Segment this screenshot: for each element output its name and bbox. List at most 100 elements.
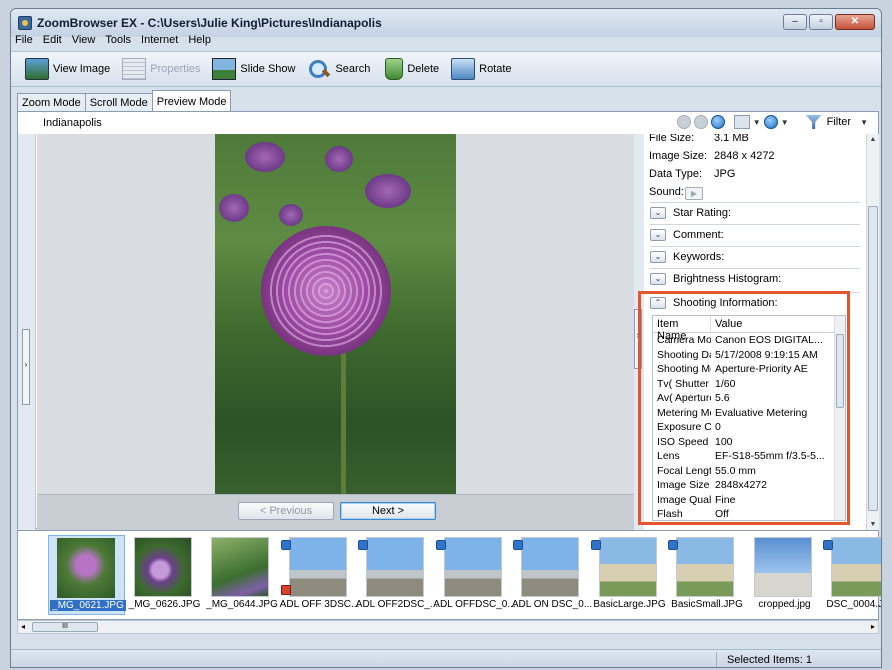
selected-items-status: Selected Items: 1 bbox=[727, 654, 812, 666]
expand-icon[interactable]: ⌄ bbox=[650, 207, 666, 219]
thumbnail-image[interactable] bbox=[133, 537, 192, 597]
value-cell: 100 bbox=[715, 435, 733, 448]
table-row[interactable]: ISO Speed 100 bbox=[653, 436, 835, 451]
section-comment[interactable]: ⌄ Comment: bbox=[650, 224, 860, 245]
thumbnail-item[interactable]: BasicLarge.JPG bbox=[590, 535, 668, 615]
file-size-value: 3.1 MB bbox=[714, 134, 749, 144]
up-folder-icon[interactable] bbox=[710, 115, 725, 129]
properties-button[interactable]: Properties bbox=[122, 58, 200, 80]
minimize-icon: – bbox=[792, 16, 798, 27]
scroll-up-icon[interactable]: ▲ bbox=[867, 136, 879, 143]
table-row[interactable]: Shooting Mode Aperture-Priority AE bbox=[653, 363, 835, 378]
section-keywords[interactable]: ⌄ Keywords: bbox=[650, 246, 860, 267]
info-icon[interactable] bbox=[763, 115, 778, 129]
column-header-value[interactable]: Value bbox=[711, 316, 746, 332]
thumbnail-item[interactable]: ADL OFFDSC_0... bbox=[433, 535, 516, 615]
tab-scroll-mode[interactable]: Scroll Mode bbox=[84, 93, 153, 112]
filter-dropdown-icon[interactable]: ▼ bbox=[860, 118, 868, 127]
table-row[interactable]: Av( Aperture Valu... 5.6 bbox=[653, 392, 835, 407]
expand-icon[interactable]: ⌄ bbox=[650, 273, 666, 285]
expand-icon[interactable]: ⌄ bbox=[650, 229, 666, 241]
previous-button[interactable]: < Previous bbox=[238, 502, 334, 520]
play-sound-button[interactable]: ▶ bbox=[685, 187, 703, 200]
scrollbar-thumb[interactable]: III bbox=[32, 622, 98, 632]
thumbnail-image[interactable] bbox=[288, 537, 347, 597]
scrollbar-thumb[interactable] bbox=[868, 206, 878, 511]
scroll-down-icon[interactable]: ▼ bbox=[867, 521, 879, 528]
menu-edit[interactable]: Edit bbox=[38, 31, 67, 49]
thumbnail-item[interactable]: _MG_0621.JPG bbox=[48, 535, 126, 615]
filter-icon[interactable] bbox=[805, 115, 822, 129]
table-row[interactable]: Shooting Date/Ti... 5/17/2008 9:19:15 AM bbox=[653, 349, 835, 364]
filter-button[interactable]: Filter bbox=[827, 116, 851, 128]
thumbnail-item[interactable]: _MG_0626.JPG bbox=[126, 535, 203, 615]
preview-image[interactable] bbox=[215, 134, 456, 494]
thumbnail-item[interactable]: DSC_0004.JPG bbox=[823, 535, 881, 615]
table-row[interactable]: Lens EF-S18-55mm f/3.5-5... bbox=[653, 450, 835, 465]
table-row[interactable]: Focal Length 55.0 mm bbox=[653, 465, 835, 480]
expand-left-handle[interactable]: › bbox=[22, 329, 30, 405]
thumbnail-item[interactable]: ADL OFF 3DSC... bbox=[280, 535, 359, 615]
thumbnail-image[interactable] bbox=[831, 537, 881, 597]
thumbnail-item[interactable]: _MG_0644.JPG bbox=[203, 535, 280, 615]
thumbnail-item[interactable]: ADL ON DSC_0... bbox=[512, 535, 592, 615]
table-scrollbar[interactable] bbox=[834, 316, 845, 520]
properties-icon bbox=[122, 58, 147, 80]
next-button[interactable]: Next > bbox=[340, 502, 436, 520]
value-cell: 5.6 bbox=[715, 392, 730, 404]
thumbnail-image[interactable] bbox=[211, 537, 269, 597]
rotate-badge-icon bbox=[435, 540, 446, 550]
table-row[interactable]: Tv( Shutter Speed ) 1/60 bbox=[653, 378, 835, 393]
info-dropdown-icon[interactable]: ▼ bbox=[781, 118, 789, 127]
rotate-badge-icon bbox=[280, 540, 291, 550]
menu-internet[interactable]: Internet bbox=[136, 31, 183, 49]
thumbnail-image[interactable] bbox=[57, 538, 115, 598]
rotate-label: Rotate bbox=[479, 63, 512, 75]
thumbnail-image[interactable] bbox=[366, 537, 424, 597]
table-row[interactable]: Metering Mode Evaluative Metering bbox=[653, 407, 835, 422]
minimize-button[interactable]: – bbox=[783, 14, 807, 30]
section-brightness-histogram[interactable]: ⌄ Brightness Histogram: bbox=[650, 268, 860, 289]
tab-preview-mode[interactable]: Preview Mode bbox=[151, 90, 232, 112]
menu-file[interactable]: File bbox=[11, 31, 38, 49]
info-panel-scrollbar[interactable]: ▲ ▼ bbox=[866, 134, 879, 530]
scrollbar-thumb[interactable] bbox=[836, 334, 844, 408]
thumbnail-image[interactable] bbox=[676, 537, 734, 597]
rotate-button[interactable]: Rotate bbox=[451, 58, 512, 80]
thumbnail-item[interactable]: cropped.jpg bbox=[746, 535, 823, 615]
delete-label: Delete bbox=[407, 63, 440, 75]
view-options-icon[interactable] bbox=[733, 115, 750, 129]
back-icon[interactable] bbox=[676, 115, 691, 129]
table-row[interactable]: Image Size 2848x4272 bbox=[653, 479, 835, 494]
maximize-button[interactable]: ▫ bbox=[809, 14, 833, 30]
thumbnail-scrollbar[interactable]: ◂ III ▸ bbox=[17, 620, 879, 634]
thumbnail-image[interactable] bbox=[753, 537, 812, 597]
thumbnail-image[interactable] bbox=[598, 537, 657, 597]
scroll-right-icon[interactable]: ▸ bbox=[871, 622, 875, 631]
forward-icon[interactable] bbox=[693, 115, 708, 129]
section-star-rating[interactable]: ⌄ Star Rating: bbox=[650, 202, 860, 223]
thumbnail-item[interactable]: BasicSmall.JPG bbox=[668, 535, 745, 615]
menu-bar: File Edit View Tools Internet Help bbox=[11, 31, 881, 49]
menu-view[interactable]: View bbox=[67, 31, 101, 49]
scroll-left-icon[interactable]: ◂ bbox=[21, 622, 25, 631]
slideshow-button[interactable]: Slide Show bbox=[212, 58, 295, 80]
menu-help[interactable]: Help bbox=[183, 31, 216, 49]
expand-icon[interactable]: ⌄ bbox=[650, 251, 666, 263]
column-header-item-name[interactable]: Item Name bbox=[653, 316, 711, 342]
table-row[interactable]: Exposure Compe... 0 bbox=[653, 421, 835, 436]
table-row[interactable]: Camera Model Canon EOS DIGITAL... bbox=[653, 334, 835, 349]
tab-zoom-mode[interactable]: Zoom Mode bbox=[17, 93, 86, 112]
delete-button[interactable]: Delete bbox=[382, 58, 439, 80]
view-options-dropdown-icon[interactable]: ▼ bbox=[753, 118, 761, 127]
close-button[interactable]: ✕ bbox=[835, 14, 875, 30]
thumbnail-image[interactable] bbox=[521, 537, 579, 597]
thumbnail-filename: DSC_0004.JPG bbox=[826, 599, 881, 610]
table-row[interactable]: Image Quality Fine bbox=[653, 494, 835, 509]
thumbnail-image[interactable] bbox=[443, 537, 502, 597]
table-row[interactable]: Flash Off bbox=[653, 508, 835, 520]
search-button[interactable]: Search bbox=[307, 58, 370, 80]
menu-tools[interactable]: Tools bbox=[100, 31, 136, 49]
thumbnail-item[interactable]: ADL OFF2DSC_... bbox=[356, 535, 438, 615]
view-image-button[interactable]: View Image bbox=[25, 58, 110, 80]
